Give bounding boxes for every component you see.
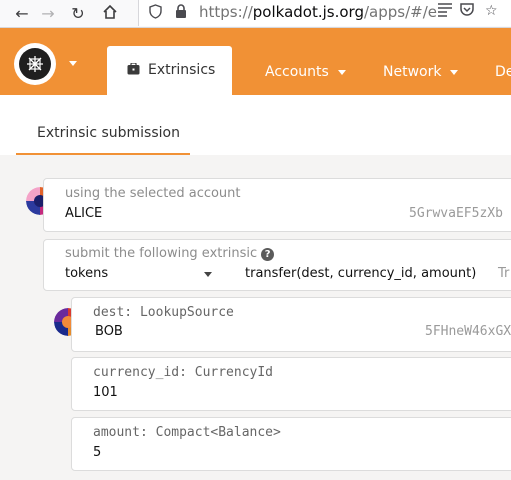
tab-extrinsics[interactable]: Extrinsics <box>107 46 232 95</box>
logo-mark-icon <box>19 48 51 80</box>
help-icon[interactable]: ? <box>261 248 275 261</box>
method-dropdown[interactable]: transfer(dest, currency_id, amount) <box>245 266 476 281</box>
param-currency-id-value[interactable]: 101 <box>93 385 118 400</box>
chevron-down-icon <box>450 69 459 75</box>
app-header: Extrinsics Accounts Network De <box>0 28 511 95</box>
account-field-label: using the selected account <box>65 186 241 201</box>
nav-network-label: Network <box>383 64 442 80</box>
nav-developer-label: De <box>495 64 511 80</box>
back-arrow-icon[interactable]: ← <box>12 4 32 24</box>
nav-developer[interactable]: De <box>495 64 511 80</box>
forward-arrow-icon[interactable]: → <box>38 4 58 24</box>
lock-icon[interactable] <box>175 4 187 23</box>
extrinsic-field-label: submit the following extrinsic? <box>65 246 275 261</box>
sub-tab-bar: Extrinsic submission <box>0 95 511 155</box>
bookmark-star-icon[interactable]: ☆ <box>485 3 498 19</box>
param-currency-id[interactable]: currency_id: CurrencyId 101 <box>71 357 511 411</box>
param-amount[interactable]: amount: Compact<Balance> 5 <box>71 417 511 471</box>
extrinsics-icon <box>127 63 140 75</box>
extrinsic-field-label-text: submit the following extrinsic <box>65 246 258 261</box>
param-dest-name: BOB <box>95 324 123 339</box>
param-amount-value[interactable]: 5 <box>93 445 101 460</box>
tab-extrinsics-label: Extrinsics <box>148 62 216 78</box>
param-dest-address: 5FHneW46xGX <box>425 324 511 339</box>
tab-extrinsic-submission-label: Extrinsic submission <box>37 125 180 141</box>
chevron-down-icon <box>337 69 346 75</box>
polkadot-logo[interactable] <box>14 43 56 85</box>
reader-menu-icon[interactable] <box>437 3 453 21</box>
chain-selector-caret-icon[interactable] <box>69 61 77 66</box>
reload-icon[interactable]: ↻ <box>68 4 88 24</box>
extrinsic-selector: submit the following extrinsic? tokens t… <box>43 239 511 291</box>
param-dest-label: dest: LookupSource <box>93 305 234 320</box>
nav-accounts[interactable]: Accounts <box>265 64 346 80</box>
url-text[interactable]: https://polkadot.js.org/apps/#/e <box>199 3 437 21</box>
home-icon[interactable] <box>100 4 120 24</box>
chevron-down-icon[interactable] <box>204 272 212 277</box>
account-address: 5GrwvaEF5zXb <box>409 206 503 221</box>
url-bar[interactable]: https://polkadot.js.org/apps/#/e ☆ <box>138 0 511 26</box>
account-selector[interactable]: using the selected account ALICE 5GrwvaE… <box>43 178 511 232</box>
method-description-hint: Tr <box>498 266 510 281</box>
param-dest[interactable]: dest: LookupSource BOB 5FHneW46xGX <box>71 297 511 352</box>
param-currency-id-label: currency_id: CurrencyId <box>93 365 274 380</box>
browser-toolbar: ← → ↻ https://polkadot.js.org/apps/#/e ☆ <box>0 0 511 28</box>
param-amount-label: amount: Compact<Balance> <box>93 425 281 440</box>
pocket-icon[interactable] <box>459 3 475 22</box>
account-name: ALICE <box>65 206 103 221</box>
nav-accounts-label: Accounts <box>265 64 329 80</box>
module-dropdown[interactable]: tokens <box>65 266 108 281</box>
tab-extrinsic-submission[interactable]: Extrinsic submission <box>16 95 190 155</box>
shield-icon[interactable] <box>149 4 162 23</box>
nav-network[interactable]: Network <box>383 64 459 80</box>
